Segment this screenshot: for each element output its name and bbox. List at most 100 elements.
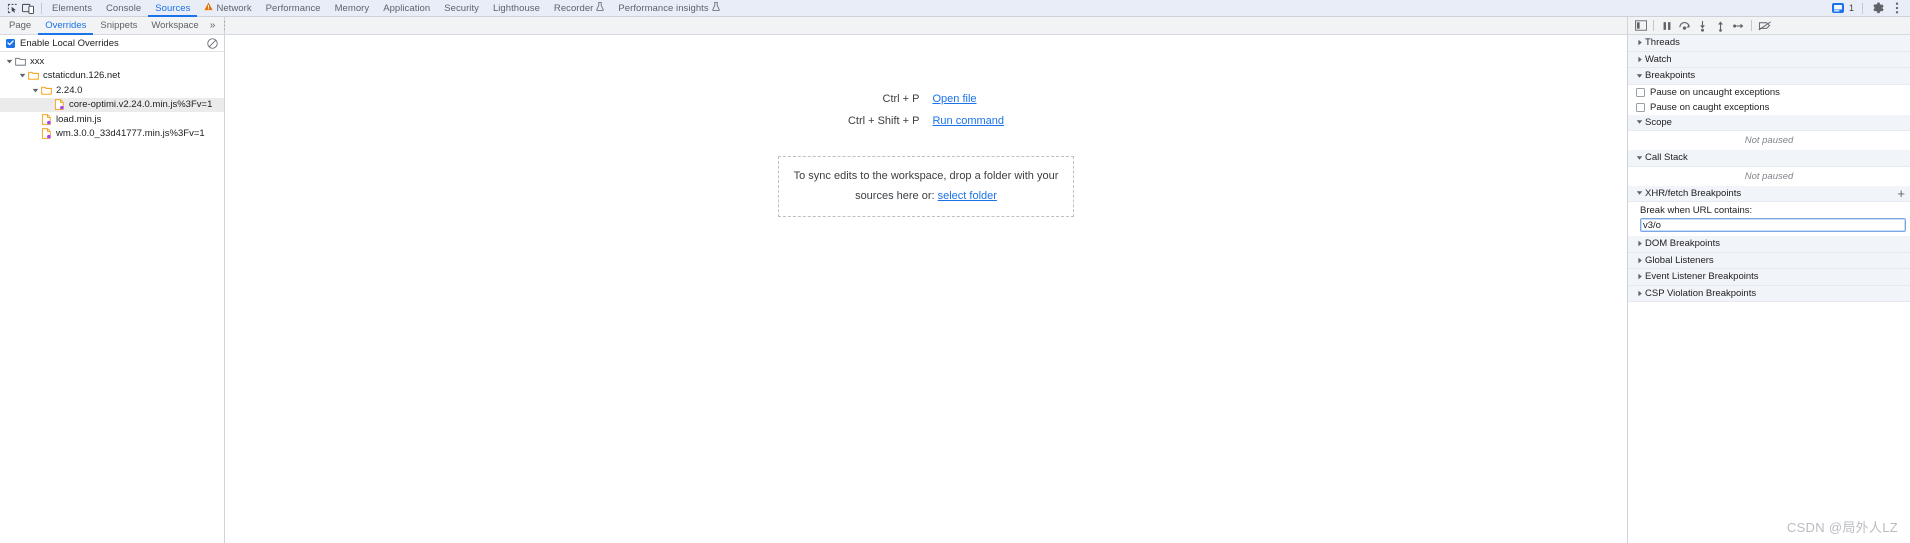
pause-script-execution-icon[interactable] (1658, 18, 1675, 33)
editor-empty-state: Ctrl + P Open file Ctrl + Shift + P Run … (225, 35, 1627, 543)
tree-row-folder-cstaticdun[interactable]: cstaticdun.126.net (0, 69, 224, 84)
tab-recorder[interactable]: Recorder (547, 0, 611, 17)
issues-icon[interactable] (1831, 3, 1844, 13)
open-file-link[interactable]: Open file (932, 93, 1004, 105)
tab-lighthouse[interactable]: Lighthouse (486, 0, 547, 17)
select-folder-link[interactable]: select folder (938, 190, 997, 202)
pause-on-caught-exceptions-checkbox[interactable] (1636, 102, 1645, 112)
section-event-listener-breakpoints-title: Event Listener Breakpoints (1645, 271, 1759, 283)
section-dom-breakpoints[interactable]: DOM Breakpoints (1628, 236, 1910, 253)
folder-icon-orange-2 (40, 86, 53, 95)
step-out-icon[interactable] (1712, 18, 1729, 33)
tree-label: xxx (30, 55, 45, 67)
pause-on-uncaught-exceptions-checkbox[interactable] (1636, 87, 1645, 97)
tree-row-folder-version[interactable]: 2.24.0 (0, 83, 224, 98)
tab-console[interactable]: Console (99, 0, 148, 17)
section-watch[interactable]: Watch (1628, 51, 1910, 68)
deactivate-breakpoints-icon[interactable] (1756, 18, 1773, 33)
show-navigator-panel-icon[interactable] (1632, 18, 1649, 33)
section-breakpoints[interactable]: Breakpoints (1628, 68, 1910, 85)
tabbar-separator (41, 2, 42, 14)
workspace-dropzone[interactable]: To sync edits to the workspace, drop a f… (778, 156, 1074, 217)
tab-memory[interactable]: Memory (328, 0, 377, 17)
devtools-main-tabbar: Elements Console Sources Network Perform… (0, 0, 1910, 17)
tree-label: core-optimi.v2.24.0.min.js%3Fv=1 (69, 99, 213, 111)
sources-panel: Page Overrides Snippets Workspace » Enab… (0, 17, 1910, 543)
nav-tab-overrides-label: Overrides (45, 20, 87, 31)
section-watch-title: Watch (1645, 53, 1672, 65)
tab-recorder-label: Recorder (553, 2, 594, 14)
nav-tab-page[interactable]: Page (2, 17, 38, 35)
chevron-down-icon-3[interactable] (30, 87, 40, 94)
step-into-icon[interactable] (1694, 18, 1711, 33)
pause-on-caught-exceptions-row[interactable]: Pause on caught exceptions (1628, 100, 1910, 115)
device-toolbar-icon[interactable] (21, 2, 35, 15)
debugger-toolbar-sep (1653, 20, 1654, 31)
chevron-down-icon-scope (1635, 119, 1644, 125)
step-icon[interactable] (1730, 18, 1747, 33)
breakpoints-body: Pause on uncaught exceptions Pause on ca… (1628, 84, 1910, 115)
gear-icon[interactable] (1871, 2, 1885, 15)
workspace-dropzone-text: To sync edits to the workspace, drop a f… (794, 166, 1059, 207)
tab-performance[interactable]: Performance (259, 0, 328, 17)
section-event-listener-breakpoints[interactable]: Event Listener Breakpoints (1628, 269, 1910, 286)
tree-row-file-load-min-js[interactable]: load.min.js (0, 112, 224, 127)
section-threads[interactable]: Threads (1628, 35, 1910, 52)
chevron-down-icon-bp (1635, 73, 1644, 79)
tab-sources[interactable]: Sources (148, 0, 197, 17)
workspace-dropzone-line1: To sync edits to the workspace, drop a f… (793, 170, 1059, 182)
enable-local-overrides-row[interactable]: Enable Local Overrides (0, 35, 224, 52)
tree-row-file-core-optimi[interactable]: core-optimi.v2.24.0.min.js%3Fv=1 (0, 97, 224, 112)
add-xhr-breakpoint-button[interactable]: + (1897, 187, 1910, 200)
step-over-icon[interactable] (1676, 18, 1693, 33)
section-scope[interactable]: Scope (1628, 114, 1910, 131)
chevron-down-icon-2[interactable] (17, 72, 27, 79)
tab-application[interactable]: Application (376, 0, 437, 17)
enable-local-overrides-checkbox[interactable] (6, 38, 15, 48)
tab-performance-insights[interactable]: Performance insights (611, 0, 726, 17)
xhr-break-url-prompt: Break when URL contains: (1640, 205, 1753, 216)
tab-network[interactable]: Network (197, 0, 258, 17)
kebab-menu-icon[interactable] (1890, 2, 1904, 15)
tab-security[interactable]: Security (437, 0, 486, 17)
nav-tab-workspace[interactable]: Workspace (144, 17, 205, 35)
section-xhr-fetch-breakpoints[interactable]: XHR/fetch Breakpoints + (1628, 185, 1910, 202)
section-dom-breakpoints-title: DOM Breakpoints (1645, 238, 1720, 250)
inspect-element-icon[interactable] (5, 2, 19, 15)
pause-on-uncaught-exceptions-row[interactable]: Pause on uncaught exceptions (1628, 85, 1910, 100)
nav-tab-snippets[interactable]: Snippets (93, 17, 144, 35)
tab-elements[interactable]: Elements (45, 0, 99, 17)
navigator-tabbar: Page Overrides Snippets Workspace » (0, 17, 227, 35)
section-scope-title: Scope (1645, 116, 1672, 128)
run-command-link[interactable]: Run command (932, 115, 1004, 127)
overrides-file-tree: xxx cstaticdun.126.net 2.24.0 core-optim… (0, 52, 224, 543)
xhr-break-url-input[interactable] (1640, 218, 1906, 232)
tab-network-label: Network (216, 2, 252, 14)
javascript-file-override-icon-3 (40, 128, 53, 139)
navigator-more-tabs-icon[interactable]: » (206, 20, 220, 31)
tree-row-file-wm-min-js[interactable]: wm.3.0.0_33d41777.min.js%3Fv=1 (0, 127, 224, 142)
editor-pane: Ctrl + P Open file Ctrl + Shift + P Run … (225, 17, 1627, 543)
editor-toolbar (225, 17, 1627, 35)
nav-tab-overrides[interactable]: Overrides (38, 17, 93, 35)
navigator-pane: Page Overrides Snippets Workspace » Enab… (0, 17, 227, 543)
debugger-sidebar: Threads Watch Breakpoints Pause on uncau… (1627, 17, 1910, 543)
clear-configuration-icon[interactable] (207, 37, 218, 49)
javascript-file-override-icon-2 (40, 114, 53, 125)
xhr-input-wrap (1628, 218, 1910, 232)
chevron-down-icon[interactable] (4, 58, 14, 65)
workspace-dropzone-line2: sources here or: (855, 190, 935, 203)
watermark: CSDN @局外人LZ (1786, 520, 1898, 535)
folder-icon (14, 57, 27, 66)
chevron-right-icon-global (1635, 257, 1644, 264)
tab-security-label: Security (444, 2, 479, 14)
section-global-listeners[interactable]: Global Listeners (1628, 252, 1910, 269)
tab-application-label: Application (383, 2, 431, 14)
tree-label: 2.24.0 (56, 84, 83, 96)
chevron-right-icon-2 (1635, 56, 1644, 63)
section-call-stack[interactable]: Call Stack (1628, 150, 1910, 167)
section-csp-violation-breakpoints[interactable]: CSP Violation Breakpoints (1628, 285, 1910, 302)
tree-row-folder-xxx[interactable]: xxx (0, 54, 224, 69)
scope-not-paused-text: Not paused (1744, 135, 1794, 146)
tabbar-right-controls: 1 (1831, 2, 1910, 15)
